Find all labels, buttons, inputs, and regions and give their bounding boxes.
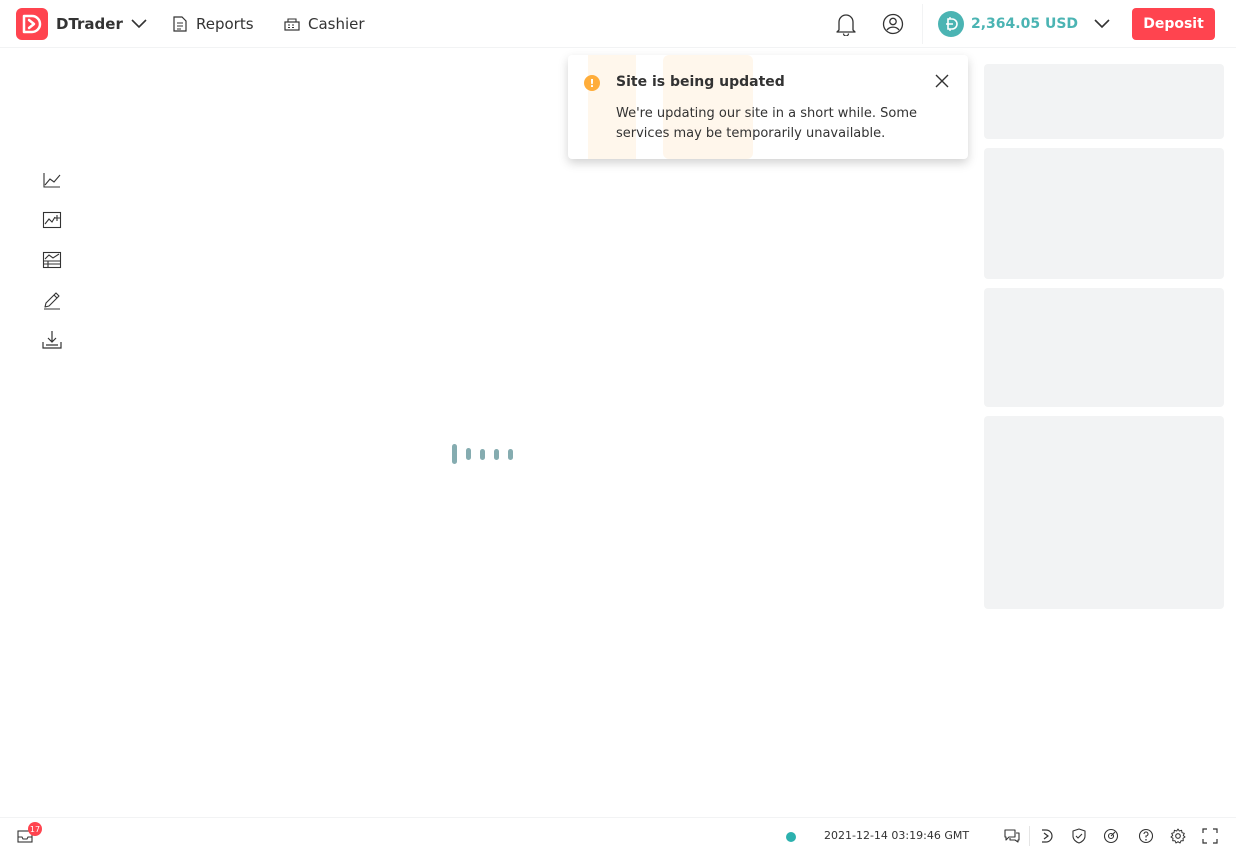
toast-title: Site is being updated: [616, 74, 785, 90]
site-update-notification: ! Site is being updated We're updating o…: [568, 55, 968, 159]
notifications-bell-icon[interactable]: [834, 12, 858, 36]
footer-divider: [1029, 826, 1030, 846]
network-status-indicator: [786, 832, 796, 842]
notification-count-badge: 17: [28, 822, 42, 836]
account-icon[interactable]: [881, 12, 905, 36]
toast-message: We're updating our site in a short while…: [616, 106, 918, 141]
account-notifications-button[interactable]: 17: [17, 822, 42, 846]
footer: 17 2021-12-14 03:19:46 GMT: [0, 817, 1236, 853]
download-icon[interactable]: [40, 328, 64, 352]
responsible-trading-shield-icon[interactable]: [1071, 828, 1087, 844]
header-divider: [922, 4, 923, 44]
live-chat-icon[interactable]: [1004, 828, 1020, 844]
warning-icon: !: [584, 75, 600, 91]
chart-type-icon[interactable]: [40, 168, 64, 192]
nav-reports-label: Reports: [196, 15, 254, 33]
reality-check-icon[interactable]: [1103, 828, 1119, 844]
app-name: DTrader: [56, 15, 123, 33]
server-time: 2021-12-14 03:19:46 GMT: [824, 829, 970, 842]
nav-cashier[interactable]: Cashier: [284, 0, 365, 48]
trade-params-skeleton: [984, 148, 1224, 279]
indicators-icon[interactable]: [40, 208, 64, 232]
header: DTrader Reports Cashier 2,364.05 USD Dep…: [0, 0, 1236, 48]
deposit-button[interactable]: Deposit: [1132, 8, 1215, 40]
cashier-icon: [284, 17, 300, 31]
fullscreen-icon[interactable]: [1202, 828, 1218, 844]
chevron-down-icon: [131, 19, 147, 29]
deriv-logo-icon[interactable]: [1039, 828, 1055, 844]
help-icon[interactable]: [1138, 828, 1154, 844]
drawing-tools-icon[interactable]: [40, 288, 64, 312]
chart-toolbar: [40, 168, 64, 368]
studies-icon[interactable]: [40, 248, 64, 272]
account-balance: 2,364.05 USD: [971, 16, 1079, 32]
currency-usd-icon: [938, 11, 964, 37]
reports-icon: [172, 16, 188, 32]
deriv-logo-icon: [16, 8, 48, 40]
trade-params-skeleton: [984, 288, 1224, 407]
nav-cashier-label: Cashier: [308, 15, 365, 33]
trade-params-skeleton: [984, 416, 1224, 609]
trade-params-skeleton: [984, 64, 1224, 139]
nav-reports[interactable]: Reports: [172, 0, 254, 48]
close-icon[interactable]: [933, 72, 951, 90]
chart-loading-indicator: [452, 444, 522, 464]
platform-switcher[interactable]: DTrader: [16, 8, 147, 40]
chevron-down-icon: [1094, 19, 1110, 29]
account-switcher[interactable]: 2,364.05 USD: [938, 11, 1110, 37]
settings-gear-icon[interactable]: [1170, 828, 1186, 844]
